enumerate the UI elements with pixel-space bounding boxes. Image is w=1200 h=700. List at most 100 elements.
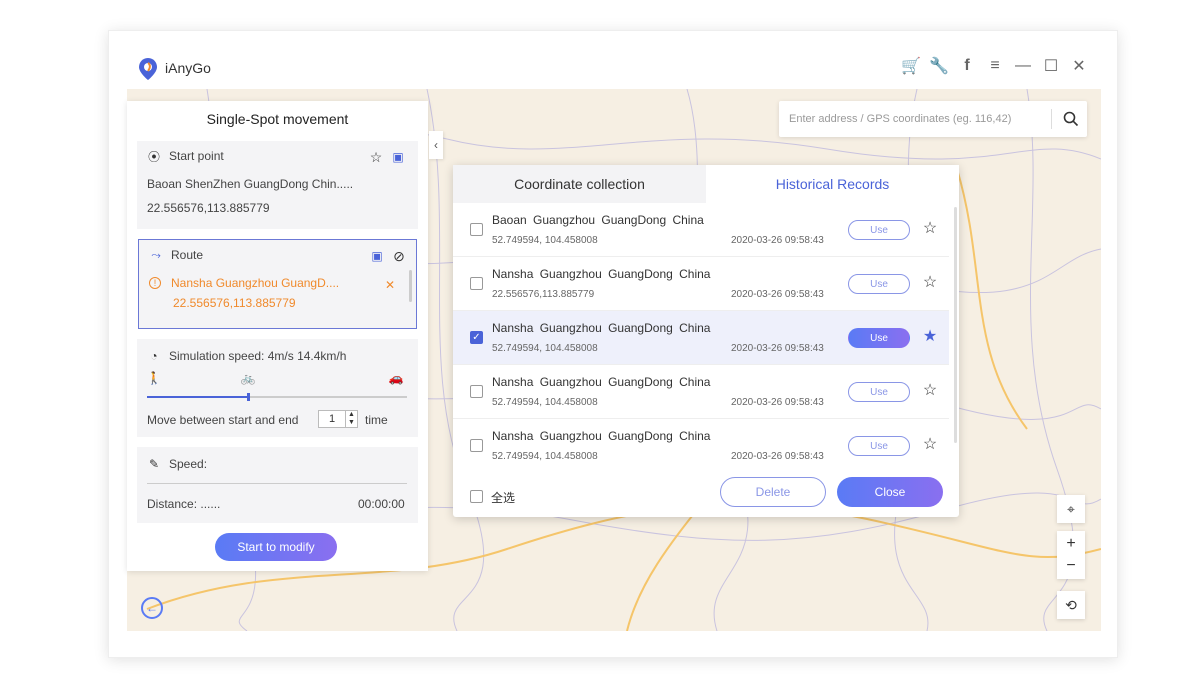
use-button[interactable]: Use bbox=[848, 220, 910, 240]
app-logo-icon bbox=[139, 58, 157, 80]
record-name: Nansha Guangzhou GuangDong China bbox=[492, 321, 711, 335]
title-bar: iAnyGo 🛒 🔧 f ≡ — ☐ ✕ bbox=[109, 31, 1117, 89]
menu-icon[interactable]: ≡ bbox=[987, 57, 1003, 75]
speed-section: ✎ Speed: Distance: ...... 00:00:00 bbox=[137, 447, 418, 523]
zoom-control: + − bbox=[1057, 531, 1085, 579]
record-name: Nansha Guangzhou GuangDong China bbox=[492, 429, 711, 443]
simulation-label: Simulation speed: 4m/s 14.4km/h bbox=[169, 349, 347, 363]
table-row: Nansha Guangzhou GuangDong China 52.7495… bbox=[453, 419, 949, 471]
route-coords: 22.556576,113.885779 bbox=[173, 296, 296, 310]
table-row: Nansha Guangzhou GuangDong China 22.5565… bbox=[453, 257, 949, 311]
tab-historical-records[interactable]: Historical Records bbox=[706, 165, 959, 203]
table-row: Nansha Guangzhou GuangDong China 52.7495… bbox=[453, 365, 949, 419]
tab-coordinate-collection[interactable]: Coordinate collection bbox=[453, 165, 706, 203]
speed-slider-handle[interactable] bbox=[247, 393, 250, 401]
times-value[interactable]: 1 bbox=[319, 413, 345, 425]
row-checkbox[interactable]: ✓ bbox=[470, 331, 483, 344]
bike-icon[interactable]: 🚲 bbox=[241, 371, 256, 385]
pen-icon: ✎ bbox=[148, 457, 160, 471]
collapse-panel-button[interactable]: ‹ bbox=[429, 131, 443, 159]
route-address: Nansha Guangzhou GuangD.... bbox=[171, 276, 340, 290]
record-time: 2020-03-26 09:58:43 bbox=[731, 289, 824, 300]
crosshair-icon: ⌖ bbox=[1067, 500, 1075, 517]
simulation-section: ◔ Simulation speed: 4m/s 14.4km/h 🚶 🚲 🚗 … bbox=[137, 339, 418, 437]
star-filled-icon[interactable]: ★ bbox=[922, 328, 938, 345]
route-scrollbar[interactable] bbox=[409, 270, 412, 302]
star-icon[interactable]: ☆ bbox=[922, 220, 938, 237]
location-pin-icon: ⦿ bbox=[147, 149, 160, 164]
divider bbox=[147, 483, 407, 484]
folder-icon[interactable]: ▣ bbox=[391, 150, 405, 164]
select-all-checkbox[interactable] bbox=[470, 490, 483, 503]
cart-icon[interactable]: 🛒 bbox=[901, 57, 921, 75]
times-stepper[interactable]: 1 ▲ ▼ bbox=[318, 410, 358, 428]
walk-icon[interactable]: 🚶 bbox=[147, 371, 162, 385]
records-dialog: Coordinate collection Historical Records… bbox=[453, 165, 959, 517]
use-button[interactable]: Use bbox=[848, 328, 910, 348]
delete-button[interactable]: Delete bbox=[720, 477, 826, 507]
star-icon[interactable]: ☆ bbox=[922, 274, 938, 291]
route-section: ⤳ Route ▣ ⊘ ! Nansha Guangzhou GuangD...… bbox=[138, 239, 417, 329]
route-icon: ⤳ bbox=[151, 247, 161, 262]
zoom-out-icon[interactable]: − bbox=[1066, 555, 1075, 577]
row-checkbox[interactable] bbox=[470, 385, 483, 398]
row-checkbox[interactable] bbox=[470, 439, 483, 452]
star-icon[interactable]: ☆ bbox=[369, 149, 383, 165]
records-scrollbar[interactable] bbox=[954, 207, 957, 443]
reset-button[interactable]: ⟲ bbox=[1057, 591, 1085, 619]
locate-button[interactable]: ⌖ bbox=[1057, 495, 1085, 523]
search-input[interactable] bbox=[789, 110, 1045, 128]
record-name: Nansha Guangzhou GuangDong China bbox=[492, 375, 711, 389]
start-point-label: Start point bbox=[169, 149, 224, 163]
close-icon[interactable]: ✕ bbox=[1071, 57, 1087, 75]
history-icon[interactable]: ⊘ bbox=[392, 248, 406, 264]
record-coords: 52.749594, 104.458008 bbox=[492, 397, 598, 408]
times-unit: time bbox=[365, 413, 388, 427]
record-time: 2020-03-26 09:58:43 bbox=[731, 343, 824, 354]
remove-icon[interactable]: ✕ bbox=[383, 278, 397, 292]
zoom-in-icon[interactable]: + bbox=[1066, 533, 1075, 555]
minimize-icon[interactable]: — bbox=[1015, 57, 1031, 75]
car-icon[interactable]: 🚗 bbox=[389, 371, 404, 385]
single-spot-panel: Single-Spot movement ⦿ Start point ☆ ▣ B… bbox=[127, 101, 428, 571]
stepper-arrows-icon[interactable]: ▲ ▼ bbox=[345, 411, 357, 427]
row-checkbox[interactable] bbox=[470, 223, 483, 236]
search-icon[interactable] bbox=[1062, 110, 1080, 128]
star-icon[interactable]: ☆ bbox=[922, 382, 938, 399]
panel-title: Single-Spot movement bbox=[206, 111, 349, 127]
back-button[interactable]: ← bbox=[141, 597, 163, 619]
record-coords: 52.749594, 104.458008 bbox=[492, 451, 598, 462]
close-button[interactable]: Close bbox=[837, 477, 943, 507]
records-list: Baoan Guangzhou GuangDong China 52.74959… bbox=[453, 203, 949, 471]
record-time: 2020-03-26 09:58:43 bbox=[731, 451, 824, 462]
move-label: Move between start and end bbox=[147, 413, 299, 427]
record-name: Baoan Guangzhou GuangDong China bbox=[492, 213, 704, 227]
search-bar bbox=[779, 101, 1087, 137]
start-coords: 22.556576,113.885779 bbox=[147, 201, 270, 215]
row-checkbox[interactable] bbox=[470, 277, 483, 290]
speedometer-icon: ◔ bbox=[150, 349, 158, 363]
star-icon[interactable]: ☆ bbox=[922, 436, 938, 453]
record-coords: 22.556576,113.885779 bbox=[492, 289, 595, 300]
record-time: 2020-03-26 09:58:43 bbox=[731, 397, 824, 408]
table-row: Baoan Guangzhou GuangDong China 52.74959… bbox=[453, 203, 949, 257]
start-to-modify-button[interactable]: Start to modify bbox=[215, 533, 337, 561]
record-time: 2020-03-26 09:58:43 bbox=[731, 235, 824, 246]
speed-slider-fill bbox=[147, 396, 249, 398]
refresh-icon: ⟲ bbox=[1065, 596, 1077, 613]
record-coords: 52.749594, 104.458008 bbox=[492, 235, 598, 246]
distance-label: Distance: ...... bbox=[147, 497, 221, 511]
use-button[interactable]: Use bbox=[848, 436, 910, 456]
use-button[interactable]: Use bbox=[848, 274, 910, 294]
table-row: ✓ Nansha Guangzhou GuangDong China 52.74… bbox=[453, 311, 949, 365]
speed-slider[interactable] bbox=[147, 393, 407, 401]
folder-icon[interactable]: ▣ bbox=[370, 249, 384, 263]
use-button[interactable]: Use bbox=[848, 382, 910, 402]
chevron-left-icon: ‹ bbox=[434, 138, 438, 152]
maximize-icon[interactable]: ☐ bbox=[1043, 57, 1059, 75]
start-address: Baoan ShenZhen GuangDong Chin..... bbox=[147, 177, 354, 191]
start-point-section: ⦿ Start point ☆ ▣ Baoan ShenZhen GuangDo… bbox=[137, 141, 418, 229]
wrench-icon[interactable]: 🔧 bbox=[929, 57, 949, 75]
facebook-icon[interactable]: f bbox=[959, 57, 975, 75]
search-divider bbox=[1051, 109, 1052, 129]
